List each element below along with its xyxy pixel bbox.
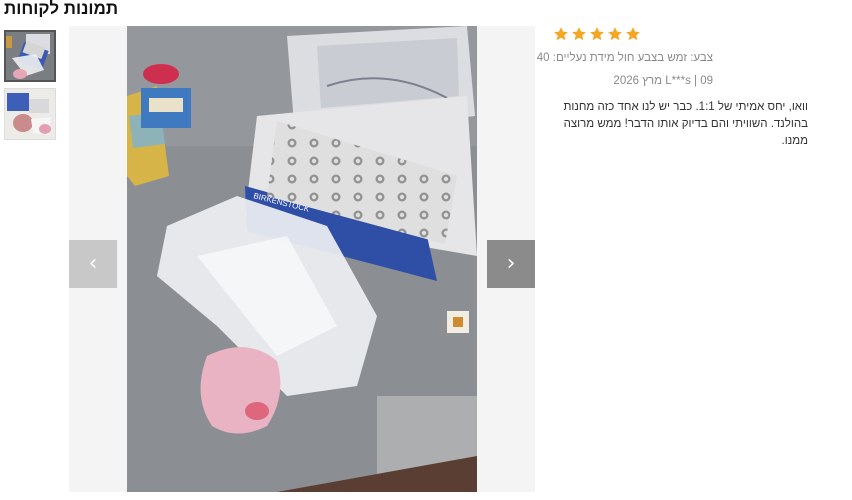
star-icon [590, 27, 604, 41]
chevron-right-icon: › [506, 251, 516, 276]
next-image-button[interactable]: › [487, 240, 535, 288]
thumbnail-2-image [5, 89, 55, 139]
star-icon [572, 27, 586, 41]
thumbnail-1-image [6, 32, 54, 80]
star-icon [608, 27, 622, 41]
star-icon [554, 27, 568, 41]
thumbnail-strip [4, 30, 58, 146]
page-title: תמונות לקוחות [4, 0, 119, 18]
chevron-left-icon: ‹ [88, 251, 98, 276]
customer-photo[interactable]: BIRKENSTOCK [127, 26, 477, 492]
image-viewer: BIRKENSTOCK ‹ › [69, 26, 535, 492]
previous-image-button[interactable]: ‹ [69, 240, 117, 288]
star-icon [626, 27, 640, 41]
customer-photo-image: BIRKENSTOCK [127, 26, 477, 492]
review-author-date: L***s | 09 מרץ 2026 [613, 75, 713, 87]
review-variant: צבע: זמש בצבע חול מידת נעליים: 40 [536, 52, 713, 64]
review-panel: צבע: זמש בצבע חול מידת נעליים: 40 L***s … [536, 26, 815, 150]
star-rating [553, 26, 815, 44]
thumbnail-2[interactable] [4, 88, 56, 140]
thumbnail-1[interactable] [4, 30, 56, 82]
review-text: וואו, יחס אמיתי של 1:1. כבר יש לנו אחד כ… [563, 101, 808, 147]
